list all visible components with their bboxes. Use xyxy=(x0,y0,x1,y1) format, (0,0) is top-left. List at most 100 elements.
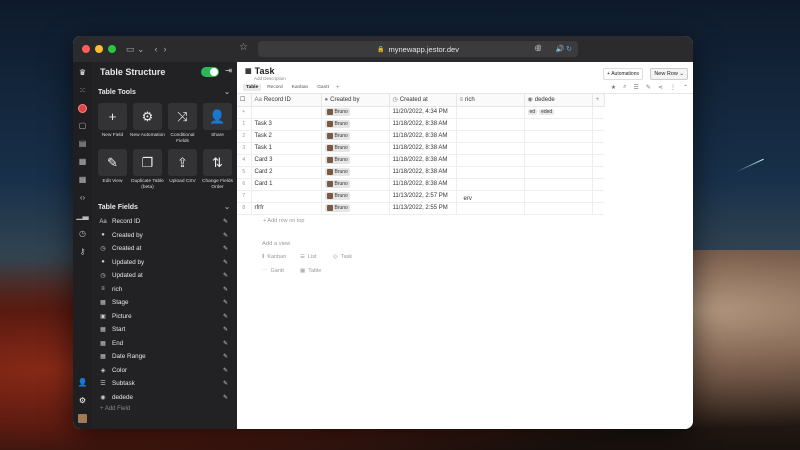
created-by-cell[interactable]: Bruno xyxy=(321,178,390,191)
dedede-cell[interactable] xyxy=(524,202,593,215)
inbox-icon[interactable]: ▤ xyxy=(79,139,87,149)
record-id-cell[interactable]: rfrfr xyxy=(251,202,322,215)
table-row[interactable]: 4 Card 3 Bruno 11/18/2022, 8:38 AM xyxy=(237,154,604,167)
dedede-cell[interactable] xyxy=(524,154,593,167)
table-icon[interactable]: ▦ xyxy=(79,175,87,185)
created-by-cell[interactable]: Bruno xyxy=(321,166,390,179)
crown-logo-icon[interactable]: ♛ xyxy=(79,68,86,78)
table-row[interactable]: 5 Card 2 Bruno 11/18/2022, 8:38 AM xyxy=(237,166,604,179)
edit-pencil-icon[interactable]: ✎ xyxy=(223,218,228,225)
record-id-cell[interactable] xyxy=(251,190,322,203)
rich-cell[interactable] xyxy=(456,118,525,131)
new-row-button[interactable]: New Row ⌄ xyxy=(650,68,688,80)
table-row[interactable]: + Bruno 11/20/2022, 4:34 PM ed eded xyxy=(237,106,604,119)
collapse-panel-icon[interactable]: ⇥ xyxy=(225,66,232,75)
add-view-option[interactable]: ◎ Task xyxy=(333,254,371,261)
record-id-cell[interactable]: Card 3 xyxy=(251,154,322,167)
record-id-cell[interactable]: Task 1 xyxy=(251,142,322,155)
field-item[interactable]: ◈ Color ✎ xyxy=(98,364,231,378)
edit-pencil-icon[interactable]: ✎ xyxy=(223,286,228,293)
edit-pencil-icon[interactable]: ✎ xyxy=(223,245,228,252)
user-icon[interactable]: 👤 xyxy=(78,378,88,388)
add-view-option[interactable]: ▦ Table xyxy=(300,268,333,274)
edit-pencil-icon[interactable]: ✎ xyxy=(223,232,228,239)
add-view-icon[interactable]: + xyxy=(336,85,340,91)
created-by-cell[interactable]: Bruno xyxy=(321,130,390,143)
created-by-cell[interactable]: Bruno xyxy=(321,202,390,215)
automations-button[interactable]: + Automations xyxy=(603,68,643,80)
add-row-on-top[interactable]: + Add row on top xyxy=(237,215,693,227)
field-item[interactable]: ☰ Subtask ✎ xyxy=(98,377,231,391)
created-by-cell[interactable]: Bruno xyxy=(321,106,390,119)
rich-cell[interactable] xyxy=(456,154,525,167)
view-tab[interactable]: Gantt xyxy=(314,84,332,91)
field-item[interactable]: ▣ Picture ✎ xyxy=(98,310,231,324)
edit-pencil-icon[interactable]: ✎ xyxy=(223,299,228,306)
field-item[interactable]: ◉ dedede ✎ xyxy=(98,391,231,405)
settings-gear-icon[interactable]: ⚙ xyxy=(79,396,86,406)
star-icon[interactable]: ★ xyxy=(611,84,616,91)
edit-pencil-icon[interactable]: ✎ xyxy=(223,326,228,333)
tool-item[interactable]: ⤨ Conditional Fields xyxy=(168,103,197,145)
sidebar-toggle-icon[interactable]: ▭ ⌄ xyxy=(126,44,145,55)
edit-pencil-icon[interactable]: ✎ xyxy=(223,259,228,266)
edit-pencil-icon[interactable]: ✎ xyxy=(223,340,228,347)
field-item[interactable]: Aa Record ID ✎ xyxy=(98,215,231,229)
table-tools-header[interactable]: Table Tools ⌄ xyxy=(92,84,237,100)
edit-pencil-icon[interactable]: ✎ xyxy=(223,367,228,374)
dedede-cell[interactable] xyxy=(524,142,593,155)
chart-icon[interactable]: ▁▃ xyxy=(76,211,88,221)
edit-pencil-icon[interactable]: ✎ xyxy=(223,272,228,279)
created-by-cell[interactable]: Bruno xyxy=(321,142,390,155)
tool-item[interactable]: ✎ Edit View xyxy=(98,149,127,191)
column-header[interactable]: ◉ dedede xyxy=(524,94,593,107)
tool-item[interactable]: ⇅ Change Fields Order xyxy=(202,149,233,191)
rich-cell[interactable]: erv xyxy=(456,190,525,203)
created-by-cell[interactable]: Bruno xyxy=(321,118,390,131)
clock-icon[interactable]: ◷ xyxy=(79,229,86,239)
table-row[interactable]: 3 Task 1 Bruno 11/18/2022, 8:38 AM xyxy=(237,142,604,155)
bookmark-star-icon[interactable]: ☆ xyxy=(239,42,248,53)
tool-item[interactable]: + New Field xyxy=(98,103,127,145)
address-bar[interactable]: 🔒 mynewapp.jestor.dev 🔊 ↻ xyxy=(258,41,578,57)
record-id-cell[interactable] xyxy=(251,106,322,119)
created-at-cell[interactable]: 11/18/2022, 8:38 AM xyxy=(389,142,457,155)
edit-pencil-icon[interactable]: ✎ xyxy=(223,394,228,401)
tool-item[interactable]: ⚙ New Automation xyxy=(130,103,165,145)
field-item[interactable]: ● Updated by ✎ xyxy=(98,256,231,270)
record-id-cell[interactable]: Card 1 xyxy=(251,178,322,191)
tool-item[interactable]: ⇪ Upload CSV xyxy=(168,149,197,191)
search-icon[interactable]: ⌕ xyxy=(623,84,626,91)
created-at-cell[interactable]: 11/18/2022, 8:38 AM xyxy=(389,154,457,167)
edit-pencil-icon[interactable]: ✎ xyxy=(223,313,228,320)
field-item[interactable]: ◷ Updated at ✎ xyxy=(98,269,231,283)
created-at-cell[interactable]: 11/20/2022, 4:34 PM xyxy=(389,106,457,119)
created-at-cell[interactable]: 11/13/2022, 2:55 PM xyxy=(389,202,457,215)
field-item[interactable]: ▦ Stage ✎ xyxy=(98,296,231,310)
chat-icon[interactable]: ▢ xyxy=(79,121,87,131)
view-tab[interactable]: Record xyxy=(264,84,285,91)
rich-cell[interactable] xyxy=(456,130,525,143)
column-header[interactable]: ◷ Created at xyxy=(389,94,457,107)
calendar-icon[interactable]: ▦ xyxy=(79,157,87,167)
add-view-option[interactable]: ☰ List xyxy=(300,254,333,261)
key-icon[interactable]: ⚷ xyxy=(80,247,86,257)
select-all-header[interactable]: ☐ xyxy=(237,94,252,107)
rich-cell[interactable] xyxy=(456,178,525,191)
table-row[interactable]: 1 Task 3 Bruno 11/18/2022, 8:38 AM xyxy=(237,118,604,131)
record-id-cell[interactable]: Card 2 xyxy=(251,166,322,179)
add-view-option[interactable]: ⋯ Gantt xyxy=(262,268,300,274)
dedede-cell[interactable] xyxy=(524,166,593,179)
record-icon[interactable] xyxy=(78,104,87,113)
field-item[interactable]: ◷ Created at ✎ xyxy=(98,242,231,256)
grid-icon[interactable]: ⁙ xyxy=(79,86,86,96)
close-window-button[interactable] xyxy=(82,45,90,53)
field-item[interactable]: ▦ End ✎ xyxy=(98,337,231,351)
created-by-cell[interactable]: Bruno xyxy=(321,154,390,167)
dedede-cell[interactable] xyxy=(524,130,593,143)
column-header[interactable]: Aa Record ID xyxy=(251,94,322,107)
share-icon[interactable]: ⋖ xyxy=(658,84,663,91)
dedede-cell[interactable]: ed eded xyxy=(524,106,593,119)
created-at-cell[interactable]: 11/13/2022, 2:57 PM xyxy=(389,190,457,203)
code-icon[interactable]: ‹› xyxy=(80,193,85,203)
